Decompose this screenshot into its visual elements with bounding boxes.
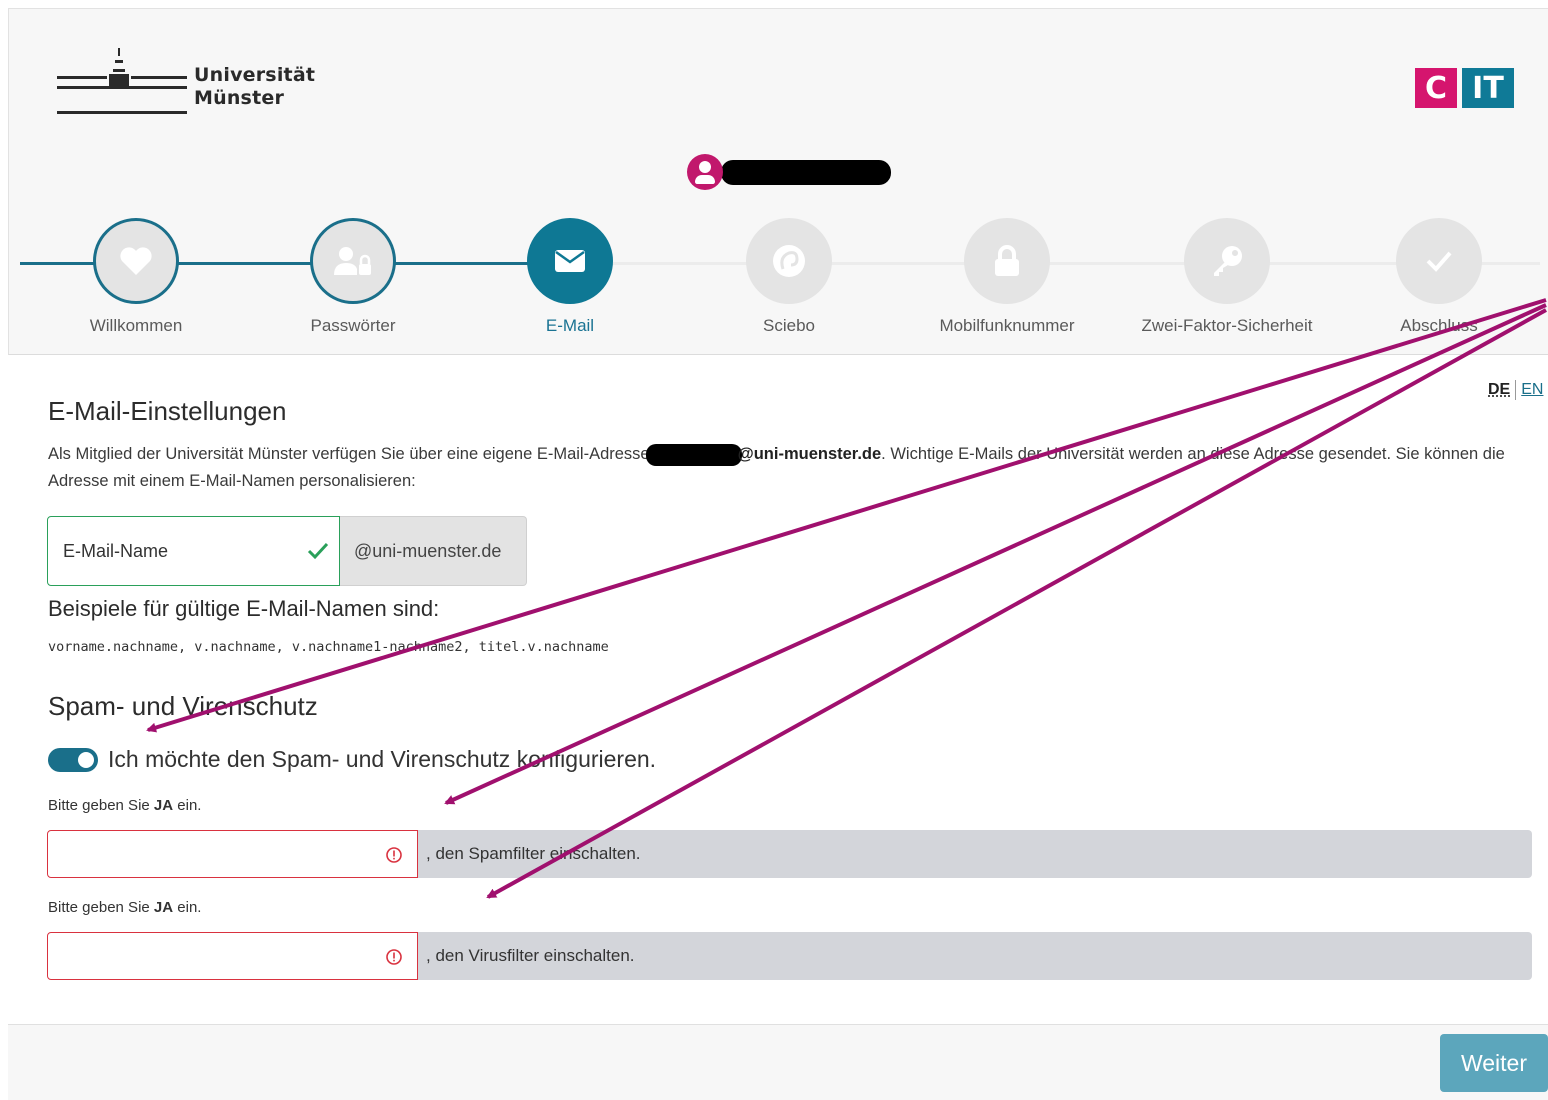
cit-logo: C IT bbox=[1415, 68, 1514, 108]
university-logo-mark-icon bbox=[49, 38, 189, 118]
error-icon bbox=[385, 846, 403, 864]
user-info bbox=[687, 154, 891, 190]
email-name-group: E-Mail-Name @uni-muenster.de bbox=[47, 516, 527, 586]
redacted-user-name bbox=[721, 160, 891, 185]
virus-filter-group: , den Virusfilter einschalten. bbox=[47, 932, 1532, 980]
university-logo: Universität Münster bbox=[49, 38, 319, 118]
step-email[interactable]: E-Mail bbox=[460, 218, 680, 336]
examples-list: vorname.nachname, v.nachname, v.nachname… bbox=[48, 639, 609, 655]
next-button[interactable]: Weiter bbox=[1440, 1034, 1548, 1092]
annotation-arrow bbox=[148, 300, 1546, 730]
step-zwei-faktor[interactable]: Zwei-Faktor-Sicherheit bbox=[1117, 218, 1337, 336]
spam-config-toggle[interactable] bbox=[48, 748, 98, 772]
user-lock-icon bbox=[333, 245, 373, 277]
step-label: Sciebo bbox=[679, 316, 899, 336]
redacted-email bbox=[646, 444, 742, 466]
language-switch: DE EN bbox=[1488, 380, 1543, 400]
annotation-arrow bbox=[446, 305, 1546, 803]
step-abschluss[interactable]: Abschluss bbox=[1329, 218, 1548, 336]
valid-check-icon bbox=[307, 541, 329, 561]
spam-filter-group: , den Spamfilter einschalten. bbox=[47, 830, 1532, 878]
lang-en[interactable]: EN bbox=[1521, 381, 1543, 398]
step-mobilfunknummer[interactable]: Mobilfunknummer bbox=[897, 218, 1117, 336]
spam-toggle-row: Ich möchte den Spam- und Virenschutz kon… bbox=[48, 746, 656, 773]
examples-title: Beispiele für gültige E-Mail-Namen sind: bbox=[48, 596, 439, 622]
footer-bar bbox=[8, 1024, 1548, 1100]
step-label: Zwei-Faktor-Sicherheit bbox=[1117, 316, 1337, 336]
spam-prompt-label: Bitte geben Sie JA ein. bbox=[48, 797, 201, 814]
email-domain-suffix: @uni-muenster.de bbox=[340, 516, 527, 586]
spam-filter-suffix: , den Spamfilter einschalten. bbox=[418, 830, 1532, 878]
spam-toggle-label: Ich möchte den Spam- und Virenschutz kon… bbox=[108, 746, 656, 773]
email-settings-title: E-Mail-Einstellungen bbox=[48, 396, 286, 427]
step-willkommen[interactable]: Willkommen bbox=[26, 218, 246, 336]
envelope-icon bbox=[554, 249, 586, 273]
step-sciebo[interactable]: Sciebo bbox=[679, 218, 899, 336]
lock-icon bbox=[993, 245, 1021, 277]
virus-filter-input[interactable] bbox=[47, 932, 418, 980]
key-icon bbox=[1210, 244, 1244, 278]
step-label: E-Mail bbox=[460, 316, 680, 336]
lang-de[interactable]: DE bbox=[1488, 381, 1510, 398]
heart-icon bbox=[119, 246, 153, 276]
check-icon bbox=[1424, 249, 1454, 273]
step-label: Mobilfunknummer bbox=[897, 316, 1117, 336]
sciebo-icon bbox=[771, 243, 807, 279]
spam-section-title: Spam- und Virenschutz bbox=[48, 691, 318, 722]
step-passwoerter[interactable]: Passwörter bbox=[243, 218, 463, 336]
user-circle-icon bbox=[687, 154, 723, 190]
email-description: Als Mitglied der Universität Münster ver… bbox=[48, 441, 1528, 495]
spam-filter-input[interactable] bbox=[47, 830, 418, 878]
annotation-arrow bbox=[488, 310, 1546, 897]
virus-filter-suffix: , den Virusfilter einschalten. bbox=[418, 932, 1532, 980]
university-name: Universität Münster bbox=[194, 64, 315, 110]
email-name-input[interactable]: E-Mail-Name bbox=[47, 516, 340, 586]
step-label: Passwörter bbox=[243, 316, 463, 336]
step-label: Willkommen bbox=[26, 316, 246, 336]
error-icon bbox=[385, 948, 403, 966]
step-label: Abschluss bbox=[1329, 316, 1548, 336]
virus-prompt-label: Bitte geben Sie JA ein. bbox=[48, 899, 201, 916]
